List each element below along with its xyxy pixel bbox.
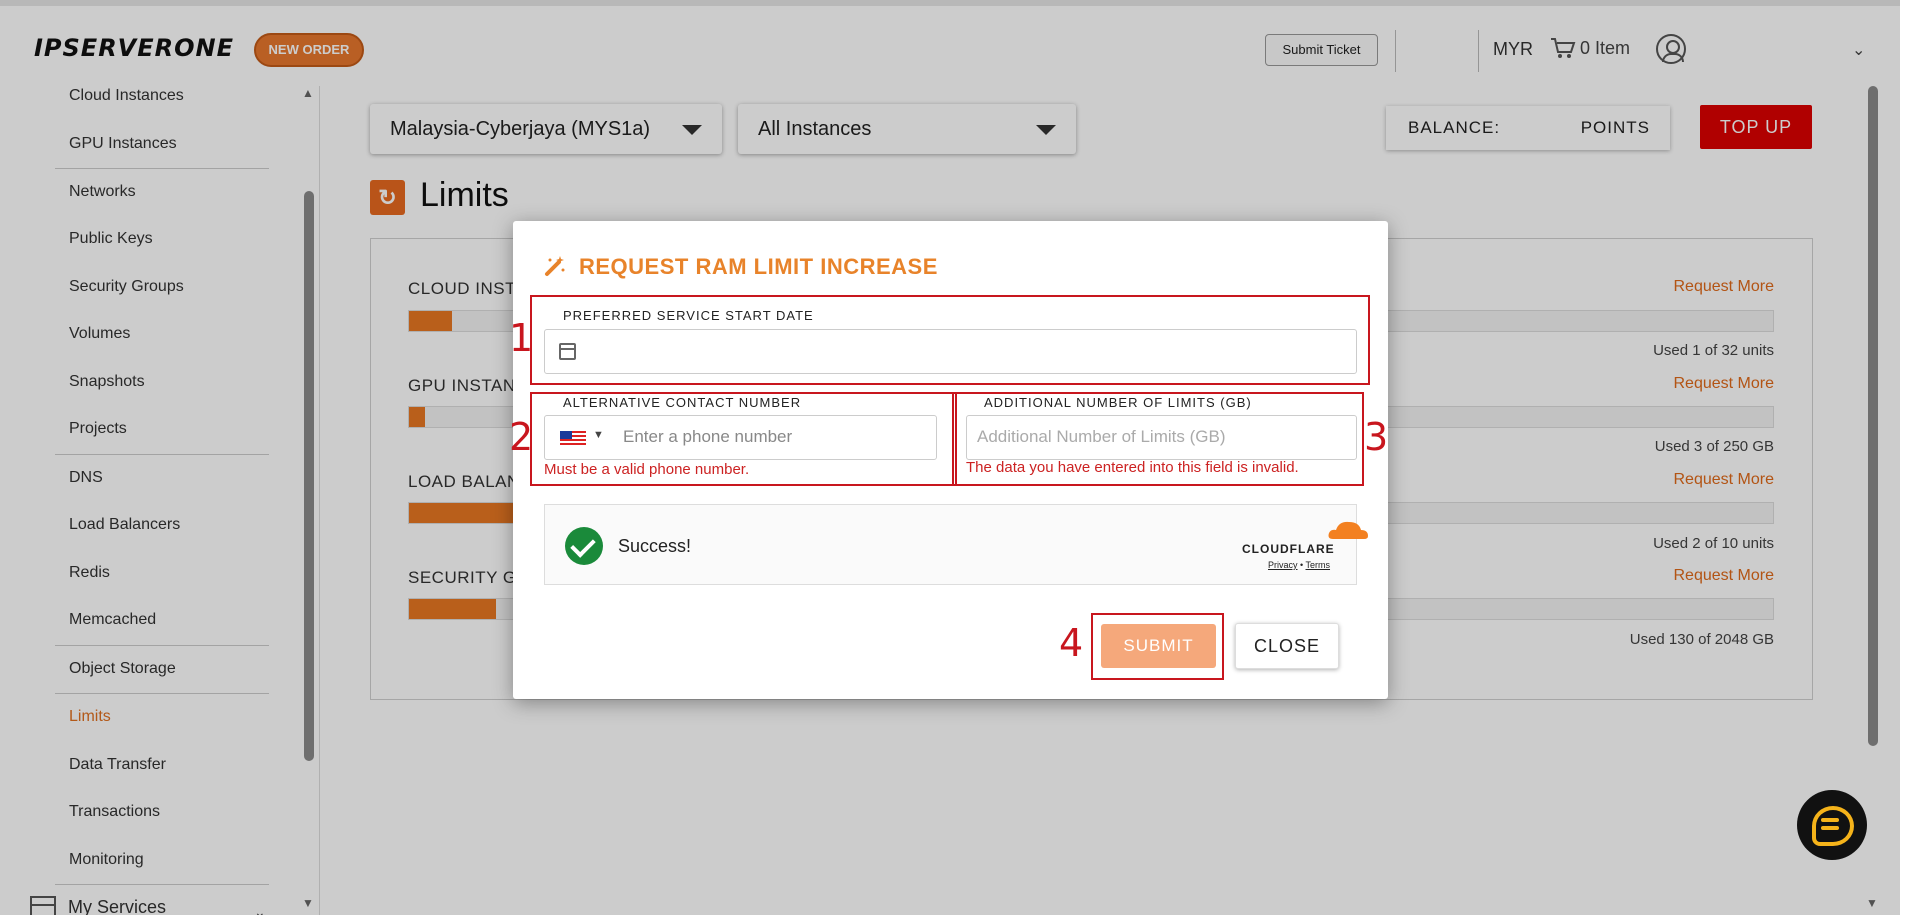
privacy-link[interactable]: Privacy bbox=[1268, 560, 1298, 570]
success-check-icon bbox=[565, 527, 603, 565]
annotation-number-1: 1 bbox=[509, 316, 534, 360]
annotation-box-2 bbox=[530, 392, 957, 486]
chat-support-button[interactable] bbox=[1797, 790, 1867, 860]
cloudflare-brand: CLOUDFLARE bbox=[1242, 542, 1335, 556]
annotation-number-2: 2 bbox=[509, 415, 534, 459]
captcha-status: Success! bbox=[618, 536, 692, 556]
chat-icon-line bbox=[1821, 826, 1839, 830]
window-edge bbox=[1900, 0, 1920, 915]
annotation-number-4: 4 bbox=[1059, 621, 1084, 665]
magic-wand-icon bbox=[545, 256, 565, 276]
cloudflare-captcha[interactable]: Success! CLOUDFLARE Privacy • Terms bbox=[544, 504, 1368, 585]
annotation-box-3 bbox=[952, 392, 1364, 486]
request-limit-modal: REQUEST RAM LIMIT INCREASE PREFERRED SER… bbox=[509, 221, 1389, 699]
annotation-box-1 bbox=[530, 295, 1370, 385]
terms-link[interactable]: Terms bbox=[1306, 560, 1331, 570]
annotation-number-3: 3 bbox=[1364, 415, 1389, 459]
annotation-box-4 bbox=[1091, 613, 1224, 680]
modal-title: REQUEST RAM LIMIT INCREASE bbox=[579, 254, 938, 279]
cloudflare-links: Privacy • Terms bbox=[1268, 560, 1331, 570]
chat-icon-line bbox=[1821, 818, 1839, 822]
close-button[interactable]: CLOSE bbox=[1235, 623, 1339, 669]
cloudflare-cloud-icon bbox=[1328, 521, 1368, 539]
